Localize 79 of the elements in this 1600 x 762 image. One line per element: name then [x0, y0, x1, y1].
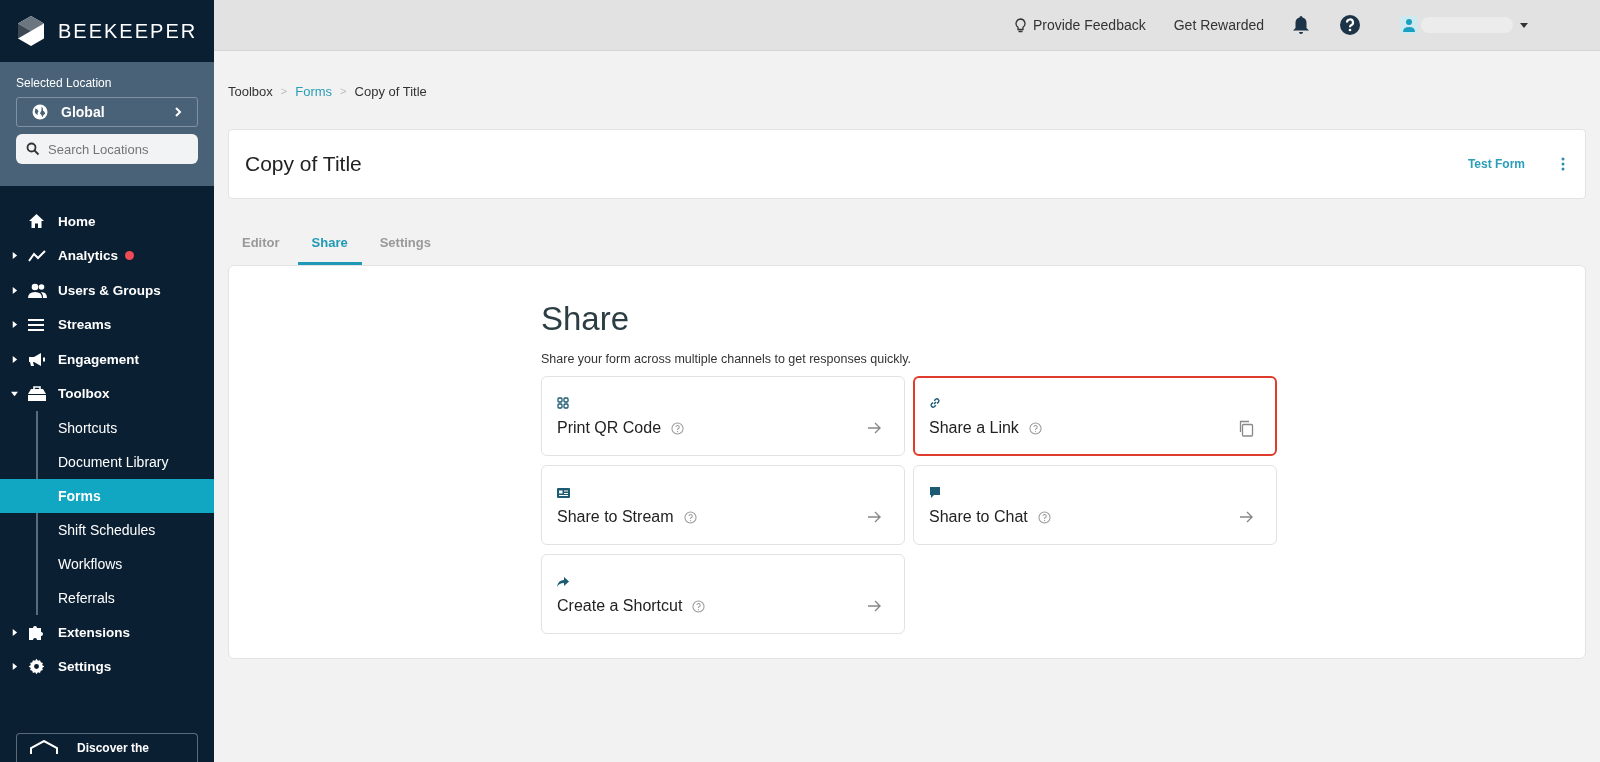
forward-arrow-icon [557, 577, 569, 587]
share-option-card[interactable]: Print QR Code [541, 376, 905, 456]
puzzle-icon [28, 623, 45, 641]
link-icon [929, 397, 941, 409]
nav-subitem[interactable]: Shortcuts [0, 411, 214, 445]
user-menu[interactable] [1400, 16, 1528, 34]
bell-icon[interactable] [1292, 15, 1310, 35]
settings-icon [28, 658, 45, 676]
grid-icon [557, 397, 569, 409]
home-icon [28, 213, 45, 230]
breadcrumb-separator: > [340, 85, 347, 97]
nav-item[interactable]: Users & Groups [0, 273, 214, 308]
more-options-icon[interactable] [1561, 157, 1565, 171]
nav-subitem[interactable]: Shift Schedules [0, 513, 214, 547]
share-description: Share your form across multiple channels to get responses quickly. [541, 352, 913, 366]
nav-item[interactable]: Streams [0, 307, 214, 342]
chat-bubble-icon [929, 486, 941, 498]
users-icon [28, 282, 47, 298]
share-option-card[interactable]: Share to Chat [913, 465, 1277, 545]
caret-right-icon [10, 321, 18, 329]
promo-text: Discover the [77, 741, 150, 755]
nav-subitem[interactable]: Workflows [0, 547, 214, 581]
location-label: Selected Location [16, 76, 113, 90]
caret-right-icon [10, 663, 18, 671]
caret-down-icon [10, 390, 18, 398]
caret-right-icon [10, 355, 18, 363]
share-heading: Share [541, 300, 631, 338]
share-option-label: Create a Shortcut [557, 597, 683, 615]
card-icon [557, 488, 570, 498]
share-option-card[interactable]: Share a Link [913, 376, 1277, 456]
nav-item[interactable]: Analytics [0, 238, 214, 273]
nav-item[interactable]: Extensions [0, 615, 214, 650]
caret-right-icon [10, 286, 18, 294]
share-option-card[interactable]: Create a Shortcut [541, 554, 905, 634]
megaphone-icon [28, 351, 46, 367]
toolbox-icon [28, 386, 46, 402]
globe-icon [31, 103, 49, 121]
share-option-label: Share to Chat [929, 508, 1028, 526]
help-circle-icon[interactable] [692, 599, 706, 613]
caret-right-icon [10, 628, 18, 636]
share-option-label: Share a Link [929, 419, 1019, 437]
share-option-label: Print QR Code [557, 419, 662, 437]
menu-lines-icon [28, 318, 44, 331]
hexagon-logo-icon [16, 15, 46, 47]
search-field[interactable]: Search Locations [16, 134, 198, 164]
avatar-icon [1400, 16, 1418, 34]
copy-icon[interactable] [1238, 419, 1254, 437]
nav-subitem[interactable]: Referrals [0, 581, 214, 615]
rewards-link[interactable]: Get Rewarded [1173, 17, 1264, 33]
location-selector[interactable]: Global [16, 97, 198, 127]
search-icon [26, 142, 40, 156]
breadcrumb-item: Copy of Title [354, 83, 427, 99]
breadcrumb-separator: > [280, 85, 288, 97]
trend-line-icon [28, 249, 46, 262]
caret-right-icon [10, 252, 18, 260]
arrow-right-icon[interactable] [1240, 511, 1254, 523]
arrow-right-icon[interactable] [868, 511, 882, 523]
promo-card[interactable]: Discover the [16, 733, 198, 762]
chevron-right-icon [173, 106, 183, 118]
help-circle-icon[interactable] [671, 421, 685, 435]
form-title: Copy of Title [245, 152, 363, 176]
caret-down-icon [1520, 22, 1528, 28]
brand-name: BEEKEEPER [58, 19, 198, 43]
nav-item[interactable]: Settings [0, 649, 214, 684]
help-circle-icon[interactable] [683, 510, 697, 524]
share-option-label: Share to Stream [557, 508, 674, 526]
help-circle-icon[interactable] [1028, 421, 1042, 435]
arrow-right-icon[interactable] [868, 600, 882, 612]
breadcrumb-item: Toolbox [228, 83, 273, 99]
nav-item[interactable]: Toolbox [0, 376, 214, 411]
share-option-card[interactable]: Share to Stream [541, 465, 905, 545]
arrow-right-icon[interactable] [868, 422, 882, 434]
feedback-link[interactable]: Provide Feedback [1014, 17, 1146, 33]
nav-item[interactable]: Engagement [0, 342, 214, 377]
lightbulb-icon [1014, 17, 1026, 33]
help-icon[interactable] [1340, 15, 1360, 35]
help-circle-icon[interactable] [1037, 510, 1051, 524]
nav-item[interactable]: Home [0, 204, 214, 239]
nav-subitem[interactable]: Document Library [0, 445, 214, 479]
